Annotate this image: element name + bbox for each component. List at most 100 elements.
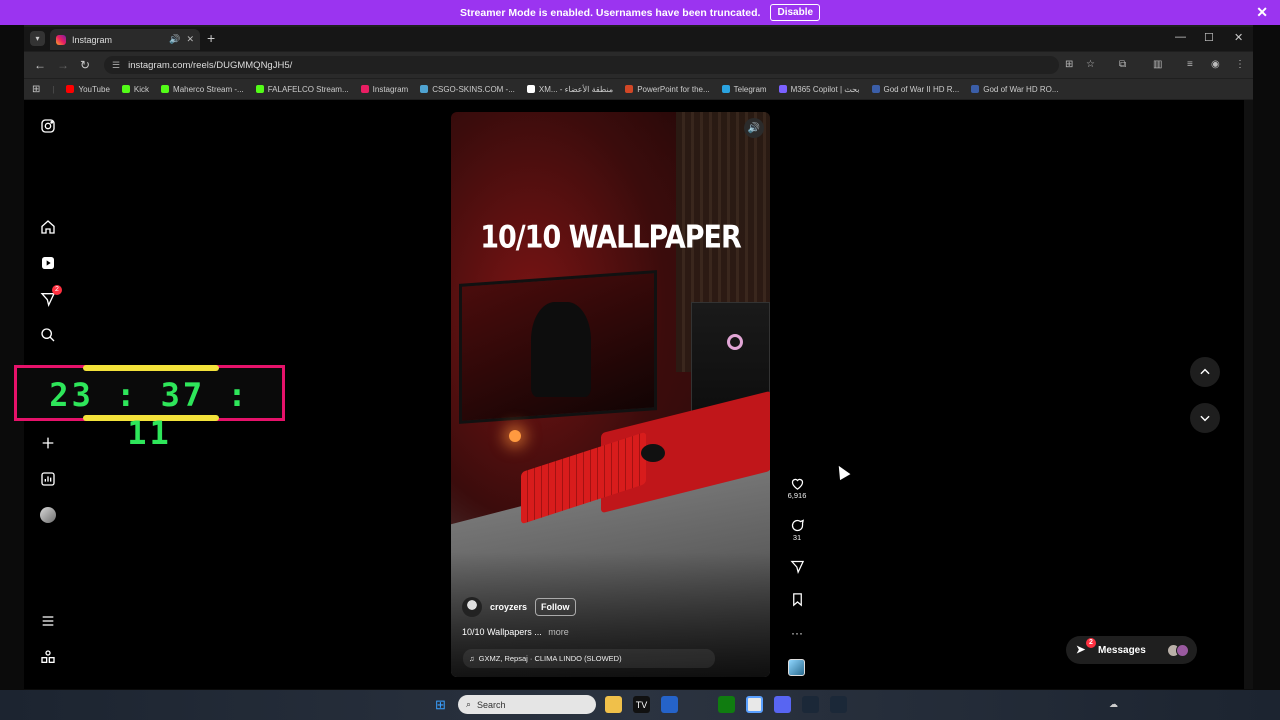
bookmark-item[interactable]: God of War HD RO... [971,85,1059,94]
install-app-icon[interactable]: ⊞ [1065,59,1073,70]
minimize-icon[interactable]: — [1175,31,1186,43]
window-close-icon[interactable]: ✕ [1234,31,1243,44]
chrome-taskbar-icon[interactable] [746,696,763,713]
bookmark-item[interactable]: YouTube [66,84,110,94]
maximize-icon[interactable]: ☐ [1204,31,1214,44]
bookmark-item[interactable]: XM... - منطقة الأعضاء [526,84,614,94]
apps-grid-icon[interactable]: ⊞ [32,84,40,95]
bookmark-item[interactable]: CSGO-SKINS.COM -... [420,85,515,94]
bookmark-item[interactable]: M365 Copilot | بحث [778,85,860,94]
forward-icon[interactable]: → [57,58,69,72]
caption-more-link[interactable]: more [548,627,569,637]
reload-icon[interactable]: ↻ [80,58,90,72]
author-avatar[interactable] [462,597,482,617]
store-icon[interactable] [661,696,678,713]
clock-time: 23 : 37 : 11 [49,376,250,452]
more-menu-icon[interactable] [38,611,58,631]
next-reel-button[interactable] [1190,403,1220,433]
close-icon[interactable]: ✕ [1256,4,1268,21]
new-tab-button[interactable]: + [207,30,215,46]
instagram-logo-icon[interactable] [38,116,58,136]
cloud-icon[interactable]: ☁ [1105,696,1122,713]
bookmark-label: FALAFELCO Stream... [267,84,349,94]
discord-icon[interactable] [774,696,791,713]
search-icon[interactable] [38,325,58,345]
site-info-icon[interactable]: ☰ [112,60,120,71]
volume-icon[interactable]: 🔊 [744,118,764,138]
bookmark-item[interactable]: Maherco Stream -... [161,85,244,94]
direct-messages-icon[interactable]: 2 [38,285,62,309]
like-button[interactable]: 6,916 [787,476,807,500]
bookmark-favicon-icon [66,85,75,93]
steam-icon[interactable] [802,696,819,713]
bookmark-item[interactable]: PowerPoint for the... [625,85,710,94]
back-icon[interactable]: ← [34,58,46,72]
previous-reel-button[interactable] [1190,357,1220,387]
share-button[interactable] [787,559,807,574]
file-explorer-icon[interactable] [605,696,622,713]
comment-button[interactable]: 31 [787,518,807,542]
author-username[interactable]: croyzers [490,602,527,612]
audio-thumbnail[interactable] [788,659,805,676]
bookmark-icon [792,593,802,607]
heart-icon [791,478,803,490]
taskbar-search[interactable]: ⌕ Search [458,695,596,714]
bookmark-item[interactable]: FALAFELCO Stream... [255,84,349,94]
messages-badge: 2 [1086,638,1096,648]
scrollbar[interactable] [1244,100,1253,689]
home-icon[interactable] [38,217,58,237]
extensions-icon[interactable]: ⧉ [1119,59,1126,70]
chevron-up-icon [1200,368,1210,375]
tab-title: Instagram [72,34,113,45]
music-title: GXMZ, Repsaj · CLIMA LINDO (SLOWED) [478,654,622,663]
bookmark-label: YouTube [78,84,110,94]
address-bar[interactable]: ☰ instagram.com/reels/DUGMMQNgJH5/ [104,56,1059,74]
also-from-meta-icon[interactable] [38,647,58,667]
instagram-favicon-icon [56,34,66,45]
bookmark-label: CSGO-SKINS.COM -... [432,84,515,94]
follow-button[interactable]: Follow [535,598,576,616]
messages-button[interactable]: ➤ 2 Messages [1066,636,1197,664]
more-options-icon[interactable]: ··· [787,626,807,640]
dashboard-icon[interactable] [38,469,58,489]
reel-video[interactable]: 10/10 WALLPAPER [451,112,770,677]
bookmark-item[interactable]: God of War II HD R... [871,84,960,94]
stream-clock-overlay: 23 : 37 : 11 [14,365,285,452]
tab-instagram[interactable]: Instagram 🔊 ✕ [50,29,200,50]
bookmark-item[interactable]: Kick [121,85,149,94]
notification-badge: 2 [52,285,62,295]
media-controls-icon[interactable]: ≡ [1187,59,1193,70]
reel-caption: 10/10 Wallpapers ... more [462,627,569,637]
bookmark-label: God of War II HD R... [883,84,960,94]
side-panel-icon[interactable]: ▥ [1153,59,1162,70]
profile-icon[interactable]: ◉ [1211,59,1220,70]
reel-audio[interactable]: ♫ GXMZ, Repsaj · CLIMA LINDO (SLOWED) [463,649,715,668]
caption-text: 10/10 Wallpapers ... [462,627,542,637]
bookmark-star-icon[interactable]: ☆ [1086,59,1095,70]
tradingview-icon[interactable]: TV [633,696,650,713]
start-icon[interactable]: ⊞ [432,696,449,713]
steam-alt-icon[interactable] [830,696,847,713]
profile-avatar[interactable] [38,505,58,525]
reel-headline: 10/10 WALLPAPER [480,219,742,256]
bookmark-item[interactable]: Telegram [721,85,767,94]
xbox-icon[interactable] [718,696,735,713]
reels-icon[interactable] [38,253,58,273]
tab-close-icon[interactable]: ✕ [186,34,194,45]
bookmark-label: XM... - منطقة الأعضاء [538,84,614,94]
bookmark-favicon-icon [721,85,730,93]
save-button[interactable] [787,592,807,607]
bookmark-favicon-icon [778,85,787,93]
bookmark-favicon-icon [871,85,880,93]
speaker-icon[interactable]: 🔊 [169,34,180,45]
messages-label: Messages [1098,644,1146,656]
bookmark-favicon-icon [121,85,130,93]
chrome-menu-icon[interactable]: ⋮ [1235,59,1245,70]
search-placeholder: Search [477,699,506,710]
share-icon [789,560,804,574]
tab-search-icon[interactable]: ▾ [30,31,45,46]
bookmark-item[interactable]: Instagram [360,85,408,94]
bookmarks-bar: ⊞ | YouTube Kick Maherco Stream -... FALAFE… [24,79,1253,99]
bookmark-label: Maherco Stream -... [173,84,244,94]
disable-button[interactable]: Disable [770,4,821,21]
